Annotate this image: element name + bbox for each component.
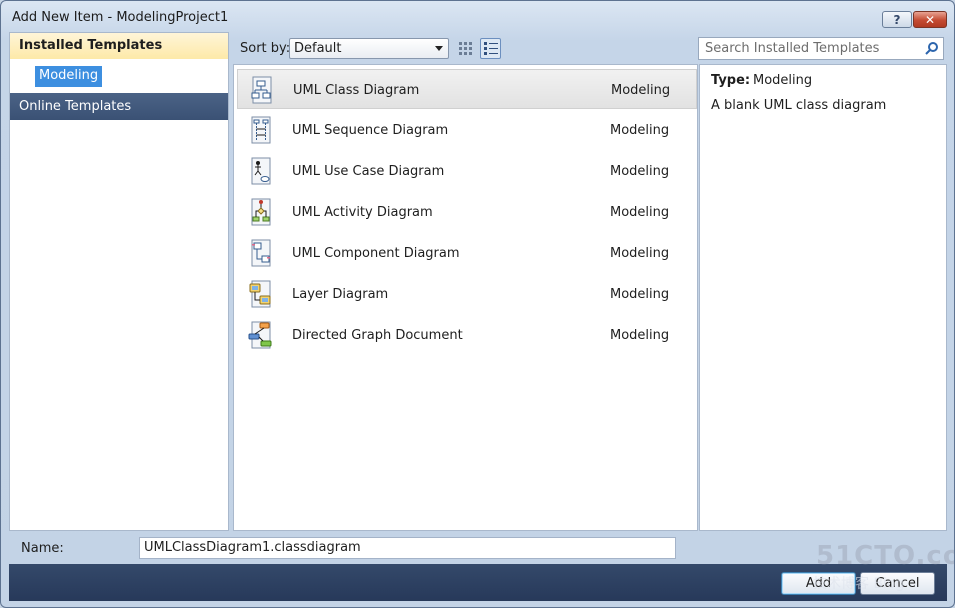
- sort-by-value: Default: [294, 41, 342, 56]
- close-icon: ✕: [924, 12, 936, 27]
- template-info-panel: Type: Modeling A blank UML class diagram: [699, 64, 947, 531]
- template-name: UML Sequence Diagram: [292, 123, 449, 138]
- sort-by-label: Sort by:: [240, 41, 291, 56]
- directed-graph-icon: [248, 321, 272, 349]
- template-row[interactable]: UML Sequence Diagram Modeling: [237, 110, 697, 150]
- template-name: UML Class Diagram: [293, 83, 420, 98]
- uml-activity-diagram-icon: [251, 198, 271, 226]
- template-row[interactable]: Directed Graph Document Modeling: [237, 315, 697, 355]
- chevron-down-icon: [435, 46, 443, 51]
- uml-use-case-diagram-icon: [251, 157, 271, 185]
- template-row[interactable]: UML Use Case Diagram Modeling: [237, 151, 697, 191]
- template-category: Modeling: [610, 246, 670, 261]
- template-list: UML Class Diagram Modeling UML Sequence …: [233, 64, 698, 531]
- template-name: UML Component Diagram: [292, 246, 460, 261]
- name-label: Name:: [21, 541, 64, 556]
- type-value: Modeling: [753, 73, 813, 88]
- template-category: Modeling: [610, 123, 670, 138]
- help-button[interactable]: ?: [882, 11, 912, 28]
- uml-component-diagram-icon: [251, 239, 271, 267]
- layer-diagram-icon: [249, 280, 271, 308]
- uml-class-diagram-icon: [251, 76, 272, 104]
- search-placeholder: Search Installed Templates: [705, 41, 880, 56]
- template-name: Directed Graph Document: [292, 328, 463, 343]
- details-view-button[interactable]: [480, 38, 501, 59]
- name-input[interactable]: UMLClassDiagram1.classdiagram: [139, 537, 676, 559]
- template-name: Layer Diagram: [292, 287, 389, 302]
- watermark-logo: 51CTO.com: [816, 541, 954, 571]
- template-category: Modeling: [610, 164, 670, 179]
- template-category: Modeling: [610, 328, 670, 343]
- search-icon[interactable]: [925, 41, 939, 55]
- window-title: Add New Item - ModelingProject1: [12, 10, 229, 25]
- template-category-panel: Installed Templates Modeling Online Temp…: [9, 32, 229, 531]
- details-view-icon: [484, 42, 498, 55]
- add-new-item-dialog: Add New Item - ModelingProject1 ? ✕ Inst…: [0, 0, 955, 608]
- template-description: A blank UML class diagram: [711, 98, 887, 113]
- watermark-subtitle: 技术博客 Blog: [813, 576, 905, 592]
- close-button[interactable]: ✕: [913, 11, 947, 28]
- small-icons-view-icon: [459, 42, 472, 55]
- template-name: UML Activity Diagram: [292, 205, 433, 220]
- template-row[interactable]: Layer Diagram Modeling: [237, 274, 697, 314]
- template-row[interactable]: UML Activity Diagram Modeling: [237, 192, 697, 232]
- small-icons-view-button[interactable]: [455, 38, 476, 59]
- uml-sequence-diagram-icon: [251, 116, 271, 144]
- online-templates-header[interactable]: Online Templates: [10, 93, 228, 120]
- template-category: Modeling: [610, 205, 670, 220]
- template-row[interactable]: UML Class Diagram Modeling: [237, 69, 697, 109]
- template-name: UML Use Case Diagram: [292, 164, 445, 179]
- installed-templates-header[interactable]: Installed Templates: [10, 33, 228, 59]
- template-row[interactable]: UML Component Diagram Modeling: [237, 233, 697, 273]
- template-category: Modeling: [610, 287, 670, 302]
- search-installed-templates-input[interactable]: Search Installed Templates: [698, 37, 944, 60]
- sort-by-dropdown[interactable]: Default: [289, 38, 449, 59]
- title-bar: Add New Item - ModelingProject1 ? ✕: [1, 1, 954, 31]
- type-label: Type:: [711, 73, 751, 88]
- category-modeling[interactable]: Modeling: [35, 66, 103, 87]
- help-icon: ?: [893, 12, 901, 27]
- template-category: Modeling: [611, 83, 671, 98]
